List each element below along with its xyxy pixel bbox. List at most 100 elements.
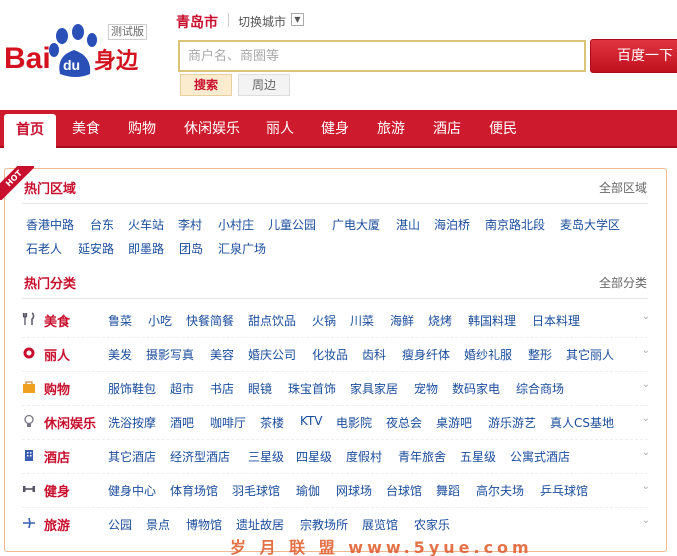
subcategory-link[interactable]: 三星级	[248, 448, 284, 465]
nav-item-services[interactable]: 便民	[480, 110, 526, 148]
category-name[interactable]: 休闲娱乐	[44, 413, 96, 432]
subcategory-link[interactable]: 齿科	[362, 346, 386, 363]
subcategory-link[interactable]: 超市	[170, 380, 194, 397]
all-categories-link[interactable]: 全部分类	[599, 274, 647, 291]
subcategory-link[interactable]: 电影院	[336, 414, 372, 431]
category-name[interactable]: 健身	[44, 481, 70, 500]
switch-city-link[interactable]: 切换城市	[238, 13, 286, 30]
area-link[interactable]: 李村	[178, 216, 202, 233]
area-link[interactable]: 儿童公园	[268, 216, 316, 233]
area-link[interactable]: 延安路	[78, 240, 114, 257]
subcategory-link[interactable]: 公园	[108, 516, 132, 533]
subcategory-link[interactable]: 化妆品	[312, 346, 348, 363]
expand-chevron-icon[interactable]: ⌄	[642, 345, 650, 356]
subcategory-link[interactable]: 珠宝首饰	[288, 380, 336, 397]
subcategory-link[interactable]: 鲁菜	[108, 312, 132, 329]
subcategory-link[interactable]: 酒吧	[170, 414, 194, 431]
subcategory-link[interactable]: 瘦身纤体	[402, 346, 450, 363]
category-name[interactable]: 酒店	[44, 447, 70, 466]
subcategory-link[interactable]: 景点	[146, 516, 170, 533]
subcategory-link[interactable]: 火锅	[312, 312, 336, 329]
subcategory-link[interactable]: 遗址故居	[236, 516, 284, 533]
area-link[interactable]: 火车站	[128, 216, 164, 233]
subcategory-link[interactable]: 青年旅舍	[398, 448, 446, 465]
subcategory-link[interactable]: 小吃	[148, 312, 172, 329]
subcategory-link[interactable]: 五星级	[460, 448, 496, 465]
subcategory-link[interactable]: 舞蹈	[436, 482, 460, 499]
subcategory-link[interactable]: 农家乐	[414, 516, 450, 533]
subcategory-link[interactable]: 服饰鞋包	[108, 380, 156, 397]
tab-search[interactable]: 搜索	[180, 74, 232, 96]
subcategory-link[interactable]: 经济型酒店	[170, 448, 230, 465]
subcategory-link[interactable]: 川菜	[350, 312, 374, 329]
subcategory-link[interactable]: 真人CS基地	[550, 414, 614, 431]
category-name[interactable]: 购物	[44, 379, 70, 398]
subcategory-link[interactable]: 数码家电	[452, 380, 500, 397]
subcategory-link[interactable]: 四星级	[296, 448, 332, 465]
subcategory-link[interactable]: 摄影写真	[146, 346, 194, 363]
subcategory-link[interactable]: 羽毛球馆	[232, 482, 280, 499]
category-name[interactable]: 美食	[44, 311, 70, 330]
subcategory-link[interactable]: 宗教场所	[300, 516, 348, 533]
area-link[interactable]: 石老人	[26, 240, 62, 257]
chevron-down-icon[interactable]: ▼	[291, 13, 304, 26]
subcategory-link[interactable]: 其它丽人	[566, 346, 614, 363]
expand-chevron-icon[interactable]: ⌄	[642, 379, 650, 390]
nav-item-travel[interactable]: 旅游	[368, 110, 414, 148]
expand-chevron-icon[interactable]: ⌄	[642, 515, 650, 526]
subcategory-link[interactable]: 台球馆	[386, 482, 422, 499]
subcategory-link[interactable]: 家具家居	[350, 380, 398, 397]
subcategory-link[interactable]: 体育场馆	[170, 482, 218, 499]
subcategory-link[interactable]: 瑜伽	[296, 482, 320, 499]
subcategory-link[interactable]: 婚庆公司	[248, 346, 296, 363]
nav-item-home[interactable]: 首页	[4, 114, 56, 148]
subcategory-link[interactable]: 婚纱礼服	[464, 346, 512, 363]
subcategory-link[interactable]: 海鲜	[390, 312, 414, 329]
area-link[interactable]: 南京路北段	[485, 216, 545, 233]
expand-chevron-icon[interactable]: ⌄	[642, 447, 650, 458]
subcategory-link[interactable]: 桌游吧	[436, 414, 472, 431]
nav-item-leisure[interactable]: 休闲娱乐	[176, 110, 248, 148]
area-link[interactable]: 汇泉广场	[218, 240, 266, 257]
subcategory-link[interactable]: 甜点饮品	[248, 312, 296, 329]
subcategory-link[interactable]: 乒乓球馆	[540, 482, 588, 499]
area-link[interactable]: 海泊桥	[434, 216, 470, 233]
subcategory-link[interactable]: KTV	[300, 414, 322, 428]
area-link[interactable]: 即墨路	[128, 240, 164, 257]
subcategory-link[interactable]: 网球场	[336, 482, 372, 499]
subcategory-link[interactable]: 其它酒店	[108, 448, 156, 465]
expand-chevron-icon[interactable]: ⌄	[642, 481, 650, 492]
subcategory-link[interactable]: 洗浴按摩	[108, 414, 156, 431]
expand-chevron-icon[interactable]: ⌄	[642, 311, 650, 322]
search-button[interactable]: 百度一下	[590, 39, 677, 73]
subcategory-link[interactable]: 烧烤	[428, 312, 452, 329]
nav-item-fitness[interactable]: 健身	[312, 110, 358, 148]
nav-item-shopping[interactable]: 购物	[118, 110, 166, 148]
subcategory-link[interactable]: 咖啡厅	[210, 414, 246, 431]
nav-item-beauty[interactable]: 丽人	[258, 110, 302, 148]
tab-nearby[interactable]: 周边	[238, 74, 290, 96]
area-link[interactable]: 广电大厦	[332, 216, 380, 233]
subcategory-link[interactable]: 快餐简餐	[186, 312, 234, 329]
subcategory-link[interactable]: 茶楼	[260, 414, 284, 431]
subcategory-link[interactable]: 展览馆	[362, 516, 398, 533]
area-link[interactable]: 台东	[90, 216, 114, 233]
area-link[interactable]: 湛山	[396, 216, 420, 233]
subcategory-link[interactable]: 书店	[210, 380, 234, 397]
area-link[interactable]: 香港中路	[26, 216, 74, 233]
subcategory-link[interactable]: 高尔夫场	[476, 482, 524, 499]
all-areas-link[interactable]: 全部区域	[599, 179, 647, 196]
search-input[interactable]	[178, 40, 586, 72]
subcategory-link[interactable]: 韩国料理	[468, 312, 516, 329]
subcategory-link[interactable]: 宠物	[414, 380, 438, 397]
subcategory-link[interactable]: 眼镜	[248, 380, 272, 397]
area-link[interactable]: 麦岛大学区	[560, 216, 620, 233]
subcategory-link[interactable]: 健身中心	[108, 482, 156, 499]
subcategory-link[interactable]: 博物馆	[186, 516, 222, 533]
area-link[interactable]: 团岛	[179, 240, 203, 257]
subcategory-link[interactable]: 夜总会	[386, 414, 422, 431]
subcategory-link[interactable]: 整形	[528, 346, 552, 363]
subcategory-link[interactable]: 日本料理	[532, 312, 580, 329]
nav-item-hotel[interactable]: 酒店	[424, 110, 470, 148]
expand-chevron-icon[interactable]: ⌄	[642, 413, 650, 424]
